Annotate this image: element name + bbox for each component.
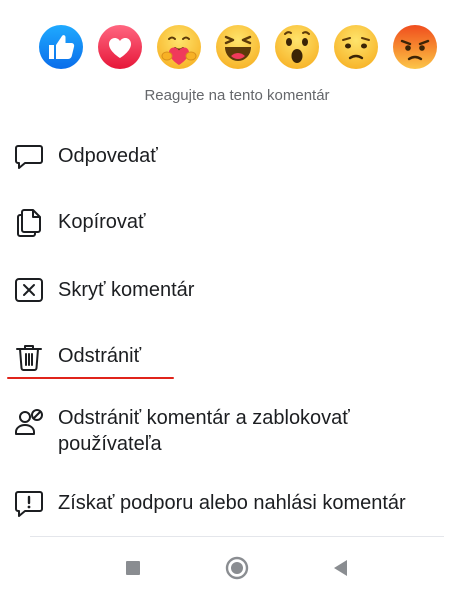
reactions-bar [38,24,438,74]
report-exclamation-icon [13,488,45,520]
copy-icon [13,206,45,238]
sad-reaction-icon[interactable] [333,24,379,70]
wow-reaction-icon[interactable] [274,24,320,70]
menu-item-delete-label: Odstrániť [58,345,142,367]
triangle-back-icon[interactable] [324,552,356,584]
divider [30,536,444,537]
comment-bubble-icon [13,140,45,172]
highlight-underline [7,377,174,379]
menu-item-hide-label: Skryť komentár [58,279,195,301]
haha-reaction-icon[interactable] [215,24,261,70]
menu-item-report[interactable]: Získať podporu alebo nahlási komentár [0,487,474,521]
circle-icon[interactable] [221,552,253,584]
system-navbar [0,548,474,588]
menu-item-report-label: Získať podporu alebo nahlási komentár [58,492,406,514]
menu-item-delete[interactable]: Odstrániť [0,340,474,374]
menu-item-reply-label: Odpovedať [58,145,158,167]
menu-item-delete-and-block[interactable]: Odstrániť komentár a zablokovať používat… [0,404,474,464]
menu-item-copy[interactable]: Kopírovať [0,205,474,237]
hide-x-box-icon [13,274,45,306]
menu-item-copy-label: Kopírovať [58,211,146,233]
trash-icon [13,341,45,373]
user-block-icon [13,406,45,438]
love-reaction-icon[interactable] [97,24,143,70]
care-reaction-icon[interactable] [156,24,202,70]
angry-reaction-icon[interactable] [392,24,438,70]
menu-item-reply[interactable]: Odpovedať [0,140,474,172]
like-reaction-icon[interactable] [38,24,84,70]
menu-item-hide[interactable]: Skryť komentár [0,274,474,306]
square-icon[interactable] [117,552,149,584]
reaction-hint: Reagujte na tento komentár [144,87,330,104]
menu-item-delete-and-block-label-line2: používateľa [58,433,162,455]
menu-item-delete-and-block-label-line1: Odstrániť komentár a zablokovať [58,407,350,429]
